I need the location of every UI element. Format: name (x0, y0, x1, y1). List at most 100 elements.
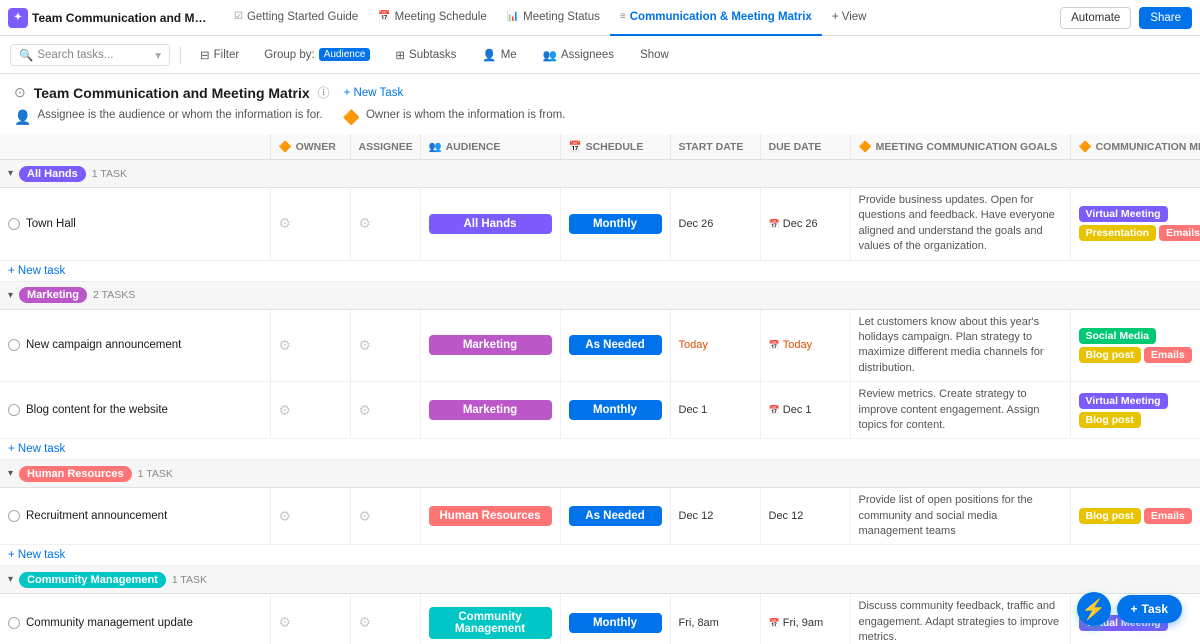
automate-button[interactable]: Automate (1060, 7, 1131, 29)
owner-settings[interactable]: ⚙ (279, 508, 292, 524)
me-icon: 👤 (482, 48, 496, 62)
schedule-pill: Monthly (569, 400, 662, 420)
col-header-assignee: ASSIGNEE (350, 134, 420, 160)
assignee-settings[interactable]: ⚙ (359, 337, 372, 353)
new-task-row[interactable]: + New task (0, 260, 1200, 281)
me-button[interactable]: 👤 Me (473, 44, 525, 66)
schedule-pill: As Needed (569, 335, 662, 355)
tab-label: Meeting Status (523, 11, 600, 23)
add-view-button[interactable]: + View (822, 0, 877, 36)
share-button[interactable]: Share (1139, 7, 1192, 29)
col-header-audience: 👥AUDIENCE (420, 134, 560, 160)
owner-icon: 🔶 (279, 140, 292, 153)
assignees-button[interactable]: 👥 Assignees (534, 44, 623, 66)
legend-icon: 👤 (14, 109, 31, 126)
subtasks-button[interactable]: ⊞ Subtasks (386, 44, 465, 66)
project-header: ⊙ Team Communication and Meeting Matrix … (0, 74, 1200, 105)
group-count: 1 TASK (92, 168, 127, 180)
method-cell: Virtual Meeting Blog post (1079, 393, 1200, 428)
tab-getting-started-guide[interactable]: ☑Getting Started Guide (224, 0, 368, 36)
task-name-cell: Recruitment announcement (8, 510, 262, 522)
method-badge: Emails (1144, 508, 1192, 524)
start-date: Dec 12 (679, 510, 714, 522)
new-task-row[interactable]: + New task (0, 439, 1200, 460)
tab-meeting-status[interactable]: 📊Meeting Status (497, 0, 610, 36)
assignee-settings[interactable]: ⚙ (359, 614, 372, 630)
group-badge: Human Resources (19, 466, 132, 482)
task-checkbox[interactable] (8, 404, 20, 416)
group-expand-icon[interactable]: ▾ (8, 290, 13, 301)
method-badge: Blog post (1079, 347, 1141, 363)
owner-settings[interactable]: ⚙ (279, 614, 292, 630)
col-header-duedate: DUE DATE (760, 134, 850, 160)
method-badge: Emails (1159, 225, 1200, 241)
schedule-pill: Monthly (569, 613, 662, 633)
due-date: 📅 Today (769, 339, 842, 351)
owner-settings[interactable]: ⚙ (279, 337, 292, 353)
goals-cell: Let customers know about this year's hol… (859, 316, 1044, 374)
due-date: 📅 Dec 26 (769, 218, 818, 230)
method-badge: Presentation (1079, 225, 1157, 241)
new-task-button[interactable]: + New Task (338, 85, 410, 101)
method-badge: Blog post (1079, 412, 1141, 428)
table-container: 🔶OWNER ASSIGNEE 👥AUDIENCE 📅SCHEDULE STAR… (0, 134, 1200, 644)
task-checkbox[interactable] (8, 617, 20, 629)
show-button[interactable]: Show (631, 45, 678, 65)
assignee-settings[interactable]: ⚙ (359, 508, 372, 524)
fab-task-button[interactable]: + Task (1117, 595, 1182, 623)
goals-cell: Provide list of open positions for the c… (859, 494, 1033, 537)
legend: 👤 Assignee is the audience or whom the in… (0, 105, 1200, 134)
due-date: 📅 Dec 1 (769, 404, 812, 416)
assignees-icon: 👥 (543, 48, 557, 62)
task-checkbox[interactable] (8, 218, 20, 230)
search-box[interactable]: 🔍 Search tasks... ▾ (10, 44, 170, 66)
filter-button[interactable]: ⊟ Filter (191, 44, 248, 66)
fab-circle-button[interactable]: ⚡ (1077, 592, 1111, 626)
task-checkbox[interactable] (8, 339, 20, 351)
legend-text: Assignee is the audience or whom the inf… (37, 109, 322, 121)
group-expand-icon[interactable]: ▾ (8, 468, 13, 479)
owner-settings[interactable]: ⚙ (279, 402, 292, 418)
owner-settings[interactable]: ⚙ (279, 215, 292, 231)
group-expand-icon[interactable]: ▾ (8, 574, 13, 585)
task-name-cell: Blog content for the website (8, 404, 262, 416)
start-date: Today (679, 339, 752, 351)
tab-communication-&-meeting-matrix[interactable]: ≡ Communication & Meeting Matrix (610, 0, 822, 36)
audience-icon: 👥 (429, 140, 442, 153)
group-expand-icon[interactable]: ▾ (8, 168, 13, 179)
project-title: Team Communication and Meeting Matrix (34, 85, 310, 101)
method-cell: Virtual MeetingPresentationEmails (1079, 206, 1200, 241)
fab-task-icon: + (1131, 602, 1138, 616)
table-row: Recruitment announcement ⚙⚙Human Resourc… (0, 488, 1200, 545)
group-by-button[interactable]: Group by: Audience (256, 45, 378, 64)
legend-text: Owner is whom the information is from. (366, 109, 565, 121)
tab-icon: 📅 (378, 11, 390, 22)
show-label: Show (640, 49, 669, 61)
top-bar-right: Automate Share (1060, 7, 1192, 29)
task-checkbox[interactable] (8, 510, 20, 522)
tab-icon: ≡ (620, 11, 626, 22)
due-date: 📅 Fri, 9am (769, 617, 824, 629)
subtasks-label: Subtasks (409, 49, 456, 61)
project-circle-icon: ⊙ (14, 84, 26, 101)
col-header-task (0, 134, 270, 160)
group-count: 2 TASKS (93, 289, 135, 301)
top-bar: ✦ Team Communication and Meeting Ma... ☑… (0, 0, 1200, 36)
info-icon[interactable]: ⓘ (318, 84, 330, 101)
date-icon: 📅 (769, 340, 780, 351)
assignee-settings[interactable]: ⚙ (359, 215, 372, 231)
schedule-pill: As Needed (569, 506, 662, 526)
method-badge: Social Media (1079, 328, 1157, 344)
new-task-row[interactable]: + New task (0, 545, 1200, 566)
tab-meeting-schedule[interactable]: 📅Meeting Schedule (368, 0, 497, 36)
group-row-human-resources: ▾ Human Resources 1 TASK ⚙ (0, 460, 1200, 488)
tab-label: Communication & Meeting Matrix (630, 11, 812, 23)
assignee-settings[interactable]: ⚙ (359, 402, 372, 418)
method-badge: Virtual Meeting (1079, 393, 1168, 409)
table-row: Blog content for the website ⚙⚙Marketing… (0, 382, 1200, 439)
col-header-schedule: 📅SCHEDULE (560, 134, 670, 160)
startdate-label: START DATE (679, 141, 744, 153)
assignee-label: ASSIGNEE (359, 141, 413, 153)
group-count: 1 TASK (172, 574, 207, 586)
col-header-commethod: 🔶COMMUNICATION METHOD (1070, 134, 1200, 160)
